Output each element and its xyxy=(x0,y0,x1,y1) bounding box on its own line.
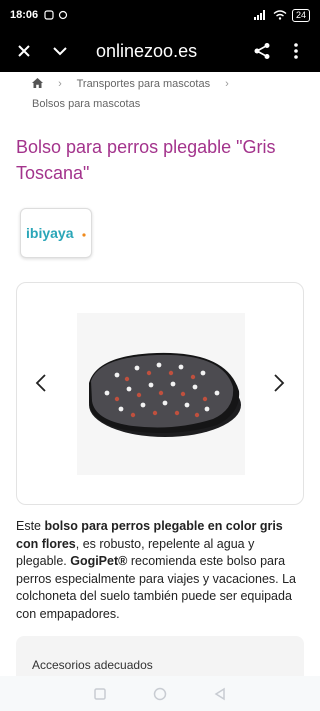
back-icon[interactable] xyxy=(212,686,228,702)
close-icon[interactable] xyxy=(10,37,38,65)
home-button-icon[interactable] xyxy=(152,686,168,702)
chevron-right-icon[interactable] xyxy=(267,371,291,395)
breadcrumb: › Transportes para mascotas › Bolsos par… xyxy=(32,74,302,114)
product-image xyxy=(77,313,245,475)
breadcrumb-separator: › xyxy=(58,78,62,90)
product-title: Bolso para perros plegable "Gris Toscana… xyxy=(16,137,276,183)
chevron-down-icon[interactable] xyxy=(46,37,74,65)
brand-logo[interactable]: ibiyaya xyxy=(20,208,92,258)
description-text: Este xyxy=(16,519,45,533)
share-icon[interactable] xyxy=(248,37,276,65)
product-description: Este bolso para perros plegable en color… xyxy=(16,518,306,623)
breadcrumb-link-bolsos[interactable]: Bolsos para mascotas xyxy=(32,98,140,110)
status-bar: 18:06 24 xyxy=(0,0,320,30)
accessories-label: Accesorios adecuados xyxy=(32,658,153,672)
notification-icons xyxy=(44,10,68,20)
url-text[interactable]: onlinezoo.es xyxy=(96,41,248,62)
breadcrumb-separator: › xyxy=(225,78,229,90)
product-image-carousel[interactable] xyxy=(16,282,304,505)
sim-icon xyxy=(44,10,54,20)
recents-icon[interactable] xyxy=(92,686,108,702)
breadcrumb-link-transportes[interactable]: Transportes para mascotas xyxy=(77,78,210,90)
battery-indicator: 24 xyxy=(291,8,310,22)
wifi-icon xyxy=(273,10,287,20)
signal-icon xyxy=(253,10,265,20)
browser-toolbar: onlinezoo.es xyxy=(0,30,320,72)
svg-text:ibiyaya: ibiyaya xyxy=(26,225,74,241)
vpn-icon xyxy=(59,10,68,20)
home-icon[interactable] xyxy=(32,75,43,88)
chevron-left-icon[interactable] xyxy=(29,371,53,395)
system-nav-bar xyxy=(0,676,320,711)
more-options-icon[interactable] xyxy=(282,37,310,65)
status-time: 18:06 xyxy=(10,9,39,21)
ibiyaya-logo: ibiyaya xyxy=(26,225,86,241)
description-brand-text: GogiPet® xyxy=(70,554,128,568)
